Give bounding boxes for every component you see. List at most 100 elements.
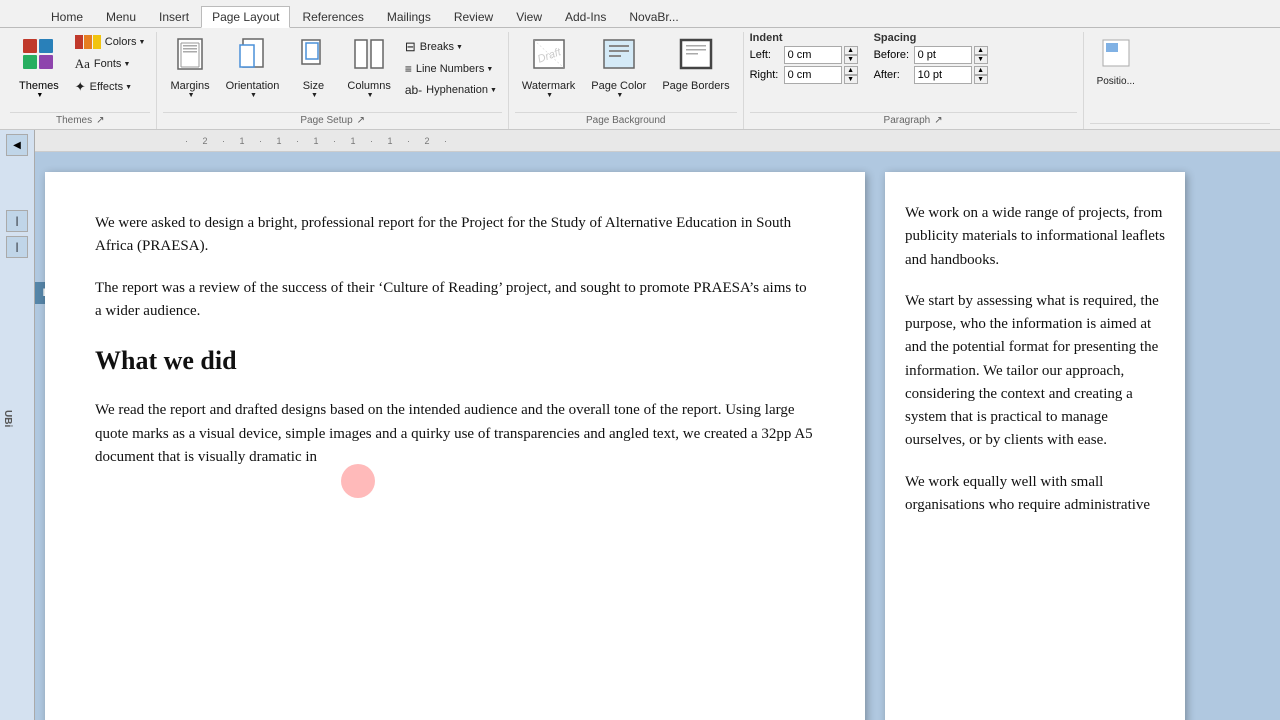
tab-page-layout[interactable]: Page Layout (201, 6, 290, 28)
page-setup-group-label: Page Setup ↗ (163, 112, 501, 129)
line-numbers-button[interactable]: ≡ Line Numbers ▼ (400, 59, 502, 79)
tab-menu[interactable]: Menu (95, 6, 147, 27)
themes-expand-icon[interactable]: ↗ (96, 115, 104, 126)
ruler-marks: · 2 · 1 · 1 · 1 · 1 · 1 · 2 · (185, 136, 453, 146)
line-numbers-dropdown-arrow: ▼ (486, 66, 493, 73)
colors-button[interactable]: Colors ▼ (70, 32, 151, 52)
indent-right-row: Right: ▲ ▼ (750, 66, 858, 84)
themes-sub-buttons: Colors ▼ Aa Fonts ▼ ✦ Effects ▼ (70, 32, 151, 98)
watermark-dropdown-arrow: ▼ (546, 92, 553, 99)
spacing-after-label: After: (874, 69, 912, 81)
page-1: We were asked to design a bright, profes… (45, 172, 865, 720)
arrange-items: Positio... (1090, 32, 1270, 121)
indent-right-up[interactable]: ▲ (844, 66, 858, 75)
page1-heading: What we did (95, 341, 815, 381)
themes-icon (21, 37, 57, 73)
spacing-before-input[interactable] (914, 46, 972, 64)
indent-left-label: Left: (750, 49, 782, 61)
paragraph-group: Indent Left: ▲ ▼ Right: ▲ (744, 32, 1084, 129)
watermark-button[interactable]: Draft Watermark ▼ (515, 32, 582, 104)
page-1-content: We were asked to design a bright, profes… (95, 212, 815, 469)
pages-container: We were asked to design a bright, profes… (35, 152, 1280, 720)
spacing-before-label: Before: (874, 49, 912, 61)
fonts-icon: Aa (75, 56, 90, 72)
sidebar-icon-1[interactable]: ◀ (6, 134, 28, 156)
indent-left-down[interactable]: ▼ (844, 55, 858, 64)
tab-references[interactable]: References (291, 6, 374, 27)
orientation-dropdown-arrow: ▼ (250, 92, 257, 99)
breaks-button[interactable]: ⊟ Breaks ▼ (400, 36, 502, 58)
paragraph-group-label: Paragraph ↗ (750, 112, 1077, 129)
watermark-icon: Draft (531, 37, 567, 78)
breaks-icon: ⊟ (405, 39, 416, 55)
themes-group: Themes ▼ Colors ▼ Aa (4, 32, 157, 129)
sidebar-icon-3[interactable]: | (6, 236, 28, 258)
margins-button[interactable]: Margins ▼ (163, 32, 216, 104)
spacing-after-down[interactable]: ▼ (974, 75, 988, 84)
arrange-group: Positio... (1084, 32, 1276, 129)
tab-insert[interactable]: Insert (148, 6, 200, 27)
themes-group-items: Themes ▼ Colors ▼ Aa (10, 32, 150, 110)
tab-review[interactable]: Review (443, 6, 504, 27)
spacing-after-row: After: ▲ ▼ (874, 66, 988, 84)
tab-home[interactable]: Home (40, 6, 94, 27)
indent-left-up[interactable]: ▲ (844, 46, 858, 55)
page-color-button[interactable]: Page Color ▼ (584, 32, 653, 104)
themes-button[interactable]: Themes ▼ (10, 32, 68, 104)
spacing-col: Spacing Before: ▲ ▼ After: ▲ (874, 32, 988, 84)
paragraph-expand-icon[interactable]: ↗ (934, 115, 942, 126)
page1-paragraph1: We were asked to design a bright, profes… (95, 212, 815, 259)
page2-paragraph2: We start by assessing what is required, … (905, 290, 1165, 453)
hyphenation-button[interactable]: ab- Hyphenation ▼ (400, 80, 502, 100)
colors-icon (75, 35, 101, 49)
position-button[interactable]: Positio... (1090, 32, 1142, 92)
page-2-content: We work on a wide range of projects, fro… (905, 202, 1165, 517)
page-setup-group-items: Margins ▼ Orientation ▼ (163, 32, 501, 110)
page-borders-button[interactable]: Page Borders (655, 32, 736, 97)
spacing-before-up[interactable]: ▲ (974, 46, 988, 55)
indent-right-down[interactable]: ▼ (844, 75, 858, 84)
page-background-items: Draft Watermark ▼ (515, 32, 737, 110)
tab-addins[interactable]: Add-Ins (554, 6, 617, 27)
tab-view[interactable]: View (505, 6, 553, 27)
indent-left-spinners: ▲ ▼ (844, 46, 858, 64)
fonts-button[interactable]: Aa Fonts ▼ (70, 53, 151, 75)
spacing-before-down[interactable]: ▼ (974, 55, 988, 64)
spacing-before-spinners: ▲ ▼ (974, 46, 988, 64)
columns-button[interactable]: Columns ▼ (340, 32, 397, 104)
indent-label: Indent (750, 32, 858, 44)
page-color-icon (601, 37, 637, 78)
page-setup-expand-icon[interactable]: ↗ (357, 115, 365, 126)
page2-paragraph3: We work equally well with small organisa… (905, 471, 1165, 518)
breaks-dropdown-arrow: ▼ (456, 44, 463, 51)
ribbon-tab-bar: Home Menu Insert Page Layout References … (0, 0, 1280, 28)
position-icon (1100, 37, 1132, 74)
themes-dropdown-arrow: ▼ (36, 92, 43, 99)
indent-left-input[interactable] (784, 46, 842, 64)
tab-novabr[interactable]: NovaBr... (618, 6, 689, 27)
spacing-after-spinners: ▲ ▼ (974, 66, 988, 84)
cursor-dot (341, 464, 375, 498)
page-setup-group: Margins ▼ Orientation ▼ (157, 32, 508, 129)
page-2: We work on a wide range of projects, fro… (885, 172, 1185, 720)
tab-mailings[interactable]: Mailings (376, 6, 442, 27)
page1-paragraph2: The report was a review of the success o… (95, 277, 815, 324)
size-button[interactable]: Size ▼ (288, 32, 338, 104)
page-borders-icon (678, 37, 714, 78)
spacing-before-row: Before: ▲ ▼ (874, 46, 988, 64)
effects-icon: ✦ (75, 79, 86, 95)
indent-right-input[interactable] (784, 66, 842, 84)
spacing-label: Spacing (874, 32, 988, 44)
spacing-after-up[interactable]: ▲ (974, 66, 988, 75)
effects-button[interactable]: ✦ Effects ▼ (70, 76, 151, 98)
ruler: · 2 · 1 · 1 · 1 · 1 · 1 · 2 · (35, 130, 1280, 152)
hyphenation-icon: ab- (405, 83, 422, 97)
orientation-button[interactable]: Orientation ▼ (219, 32, 287, 104)
line-numbers-icon: ≡ (405, 62, 412, 76)
effects-dropdown-arrow: ▼ (125, 84, 132, 91)
sidebar-icon-2[interactable]: | (6, 210, 28, 232)
left-sidebar: ◀ | | UBi (0, 130, 35, 720)
page2-paragraph1: We work on a wide range of projects, fro… (905, 202, 1165, 272)
page-background-group-label: Page Background (515, 112, 737, 129)
spacing-after-input[interactable] (914, 66, 972, 84)
